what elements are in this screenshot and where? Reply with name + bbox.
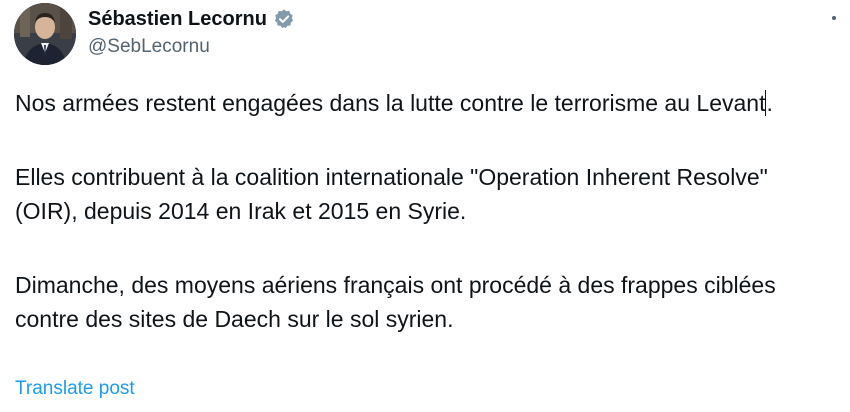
avatar-photo xyxy=(14,3,76,65)
post-paragraph-2: Elles contribuent à la coalition interna… xyxy=(15,164,768,224)
name-row: Sébastien Lecornu xyxy=(88,6,295,32)
post-paragraph-3: Dimanche, des moyens aériens français on… xyxy=(15,272,776,332)
display-name[interactable]: Sébastien Lecornu xyxy=(88,8,267,31)
more-options-icon[interactable] xyxy=(832,6,850,30)
post-paragraph-1-text: Nos armées restent engagées dans la lutt… xyxy=(15,90,766,116)
tweet: Sébastien Lecornu @SebLecornu Nos armées… xyxy=(0,0,850,412)
author-block: Sébastien Lecornu @SebLecornu xyxy=(88,6,295,58)
post-paragraph-1: Nos armées restent engagées dans la lutt… xyxy=(15,86,835,120)
post-paragraph-1-end: . xyxy=(766,90,773,116)
handle[interactable]: @SebLecornu xyxy=(88,36,295,58)
verified-badge-icon[interactable] xyxy=(273,8,295,30)
post-text: Nos armées restent engagées dans la lutt… xyxy=(15,86,835,336)
more-dot-1 xyxy=(832,16,836,20)
translate-post-link[interactable]: Translate post xyxy=(15,378,135,400)
avatar[interactable] xyxy=(14,3,76,65)
